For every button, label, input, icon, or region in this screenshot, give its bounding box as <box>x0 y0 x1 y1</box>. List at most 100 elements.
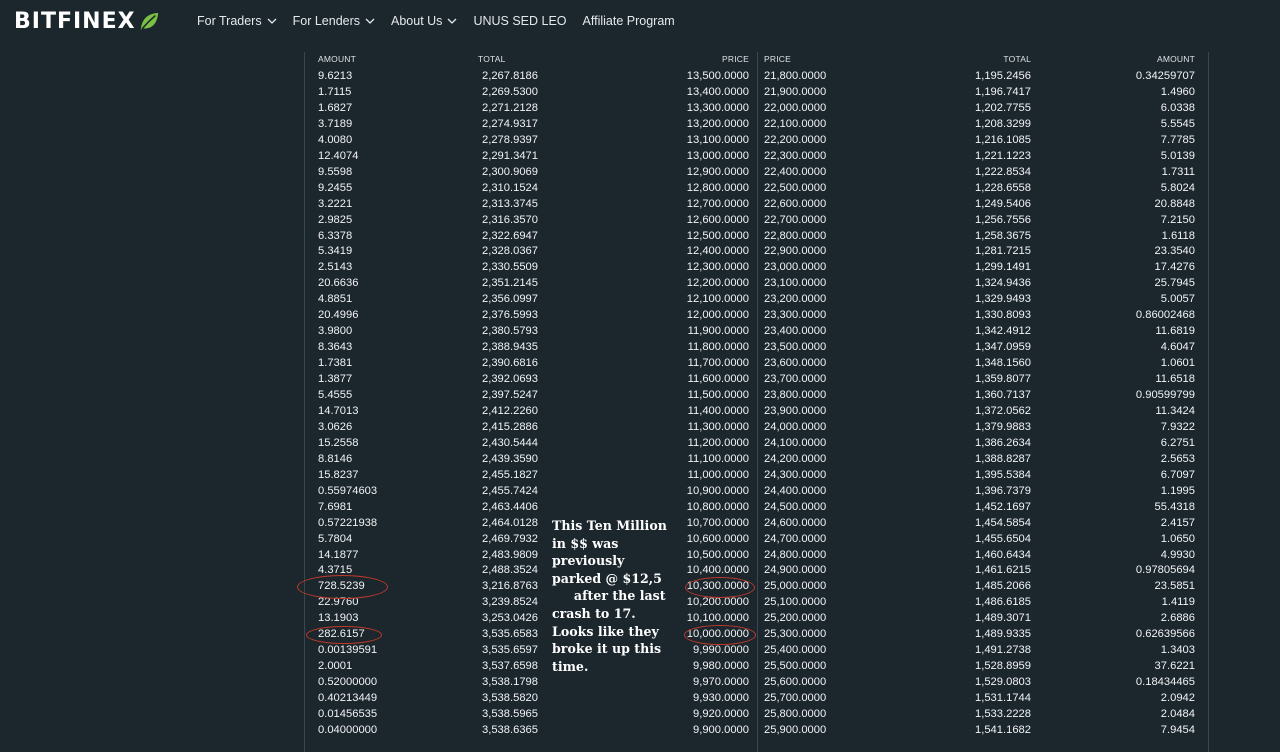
bid-total: 3,216.8763 <box>482 580 538 593</box>
ask-amount: 17.4276 <box>1154 261 1195 274</box>
ask-price: 25,700.0000 <box>764 692 827 705</box>
nav-item-about-us[interactable]: About Us <box>391 14 457 28</box>
orderbook-row[interactable]: 0.55974603 2,455.7424 10,900.0000 24,400.00… <box>0 483 1280 499</box>
orderbook-row[interactable]: 3.2221 2,313.3745 12,700.0000 22,600.0000 1,… <box>0 196 1280 212</box>
nav-item-label: UNUS SED LEO <box>473 14 567 28</box>
chevron-down-icon <box>365 18 375 24</box>
bid-price: 12,200.0000 <box>686 277 749 290</box>
orderbook-row[interactable]: 3.9800 2,380.5793 11,900.0000 23,400.0000 1,… <box>0 323 1280 339</box>
orderbook-row[interactable]: 4.8851 2,356.0997 12,100.0000 23,200.0000 1,… <box>0 291 1280 307</box>
bid-total: 2,464.0128 <box>482 516 538 529</box>
orderbook-row[interactable]: 1.3877 2,392.0693 11,600.0000 23,700.0000 1,… <box>0 371 1280 387</box>
ask-price: 22,000.0000 <box>764 101 827 114</box>
orderbook-row[interactable]: 1.7115 2,269.5300 13,400.0000 21,900.0000 1,… <box>0 84 1280 100</box>
orderbook-row[interactable]: 6.3378 2,322.6947 12,500.0000 22,800.0000 1,… <box>0 228 1280 244</box>
bid-amount: 1.3877 <box>318 373 353 386</box>
orderbook-row[interactable]: 9.2455 2,310.1524 12,800.0000 22,500.0000 1,… <box>0 180 1280 196</box>
ask-total: 1,386.2634 <box>975 436 1031 449</box>
bid-amount: 5.7804 <box>318 532 353 545</box>
ask-total: 1,486.6185 <box>975 596 1031 609</box>
bid-amount: 5.4555 <box>318 389 353 401</box>
orderbook-row[interactable]: 0.52000000 3,538.1798 9,970.0000 25,600.000… <box>0 674 1280 690</box>
bid-total: 2,397.5247 <box>482 389 538 401</box>
leaf-icon <box>140 12 158 30</box>
nav-item-for-traders[interactable]: For Traders <box>197 14 277 28</box>
orderbook-row[interactable]: 9.6213 2,267.8186 13,500.0000 21,800.0000 1,… <box>0 68 1280 84</box>
ask-amount: 2.0942 <box>1160 692 1195 705</box>
bid-price: 13,200.0000 <box>686 117 749 130</box>
orderbook-row[interactable]: 1.6827 2,271.2128 13,300.0000 22,000.0000 1,… <box>0 100 1280 116</box>
bid-amount: 1.7115 <box>318 85 352 98</box>
orderbook-row[interactable]: 9.5598 2,300.9069 12,900.0000 22,400.0000 1,… <box>0 164 1280 180</box>
bid-amount: 22.9760 <box>318 596 359 609</box>
chevron-down-icon <box>267 18 277 24</box>
orderbook-row[interactable]: 15.2558 2,430.5444 11,200.0000 24,100.0000 1… <box>0 435 1280 451</box>
bid-price: 11,200.0000 <box>687 436 749 449</box>
bid-total: 2,483.9809 <box>482 548 538 561</box>
ask-price: 25,000.0000 <box>764 580 827 593</box>
ask-amount: 0.18434465 <box>1135 676 1195 689</box>
ask-amount: 0.86002468 <box>1135 309 1195 322</box>
orderbook-row[interactable]: 15.8237 2,455.1827 11,000.0000 24,300.0000 1… <box>0 467 1280 483</box>
orderbook-row[interactable]: 8.3643 2,388.9435 11,800.0000 23,500.0000 1,… <box>0 339 1280 355</box>
ask-amount: 7.9322 <box>1160 420 1195 433</box>
nav-item-unus-sed-leo[interactable]: UNUS SED LEO <box>473 14 566 28</box>
bid-price: 9,900.0000 <box>693 723 749 736</box>
orderbook-row[interactable]: 20.4996 2,376.5993 12,000.0000 23,300.0000 1… <box>0 307 1280 323</box>
ask-amount: 1.7311 <box>1161 165 1195 178</box>
orderbook-row[interactable]: 0.04000000 3,538.6365 9,900.0000 25,900.000… <box>0 722 1280 738</box>
orderbook-row[interactable]: 3.7189 2,274.9317 13,200.0000 22,100.0000 1,… <box>0 116 1280 132</box>
bid-amount: 20.6636 <box>318 277 359 290</box>
bid-total: 3,535.6583 <box>482 628 538 641</box>
ask-total: 1,388.8287 <box>975 452 1031 465</box>
bid-price: 13,100.0000 <box>686 133 749 146</box>
orderbook-row[interactable]: 5.3419 2,328.0367 12,400.0000 22,900.0000 1,… <box>0 243 1280 259</box>
bid-total: 3,538.5965 <box>482 708 538 720</box>
orderbook-row[interactable]: 1.7381 2,390.6816 11,700.0000 23,600.0000 1,… <box>0 355 1280 371</box>
bid-amount: 728.5239 <box>318 580 365 593</box>
bid-amount: 0.52000000 <box>318 676 378 689</box>
ask-amount: 37.6221 <box>1154 660 1195 673</box>
nav-item-affiliate-program[interactable]: Affiliate Program <box>583 14 675 28</box>
bid-amount: 15.2558 <box>318 436 359 449</box>
orderbook-row[interactable]: 3.0626 2,415.2886 11,300.0000 24,000.0000 1,… <box>0 419 1280 435</box>
bid-total: 2,278.9397 <box>482 133 538 146</box>
orderbook-row[interactable]: 2.5143 2,330.5509 12,300.0000 23,000.0000 1,… <box>0 259 1280 275</box>
orderbook-row[interactable]: 0.40213449 3,538.5820 9,930.0000 25,700.000… <box>0 690 1280 706</box>
orderbook-row[interactable]: 12.4074 2,291.3471 13,000.0000 22,300.0000 1… <box>0 148 1280 164</box>
ask-price: 23,900.0000 <box>764 404 827 417</box>
bid-total: 2,455.1827 <box>482 468 538 481</box>
ask-amount: 0.90599799 <box>1135 389 1195 401</box>
ask-total: 1,249.5406 <box>975 197 1031 210</box>
bid-price: 13,000.0000 <box>686 149 749 162</box>
bid-amount: 5.3419 <box>318 245 353 258</box>
orderbook-row[interactable]: 7.6981 2,463.4406 10,800.0000 24,500.0000 1,… <box>0 499 1280 515</box>
ask-amount: 5.0057 <box>1160 293 1195 306</box>
ask-total: 1,221.1223 <box>975 149 1031 162</box>
bid-total: 3,538.6365 <box>482 723 538 736</box>
orderbook-row[interactable]: 4.0080 2,278.9397 13,100.0000 22,200.0000 1,… <box>0 132 1280 148</box>
orderbook-row[interactable]: 5.4555 2,397.5247 11,500.0000 23,800.0000 1,… <box>0 387 1280 403</box>
ask-amount: 23.5851 <box>1154 580 1195 593</box>
orderbook-row[interactable]: 8.8146 2,439.3590 11,100.0000 24,200.0000 1,… <box>0 451 1280 467</box>
ask-total: 1,281.7215 <box>975 245 1031 258</box>
bid-total: 2,469.7932 <box>482 532 538 545</box>
orderbook-row[interactable]: 14.7013 2,412.2260 11,400.0000 23,900.0000 1… <box>0 403 1280 419</box>
ask-total: 1,455.6504 <box>975 532 1031 545</box>
nav-item-for-lenders[interactable]: For Lenders <box>293 14 375 28</box>
orderbook-row[interactable]: 0.01456535 3,538.5965 9,920.0000 25,800.000… <box>0 706 1280 722</box>
bid-amount: 0.01456535 <box>318 708 378 720</box>
header-price: PRICE <box>764 54 791 64</box>
orderbook-row[interactable]: 2.9825 2,316.3570 12,600.0000 22,700.0000 1,… <box>0 212 1280 228</box>
bid-total: 2,455.7424 <box>482 484 538 497</box>
bid-price: 13,300.0000 <box>686 101 749 114</box>
bid-total: 2,271.2128 <box>482 101 538 114</box>
orderbook-row[interactable]: 20.6636 2,351.2145 12,200.0000 23,100.0000 1… <box>0 275 1280 291</box>
ask-price: 24,000.0000 <box>764 420 827 433</box>
ask-price: 25,100.0000 <box>764 596 827 609</box>
ask-amount: 6.7097 <box>1160 468 1195 481</box>
bitfinex-logo[interactable]: BITFINEX <box>14 9 160 34</box>
ask-total: 1,330.8093 <box>975 309 1031 322</box>
bid-total: 2,330.5509 <box>482 261 538 274</box>
bid-amount: 8.3643 <box>318 341 353 354</box>
